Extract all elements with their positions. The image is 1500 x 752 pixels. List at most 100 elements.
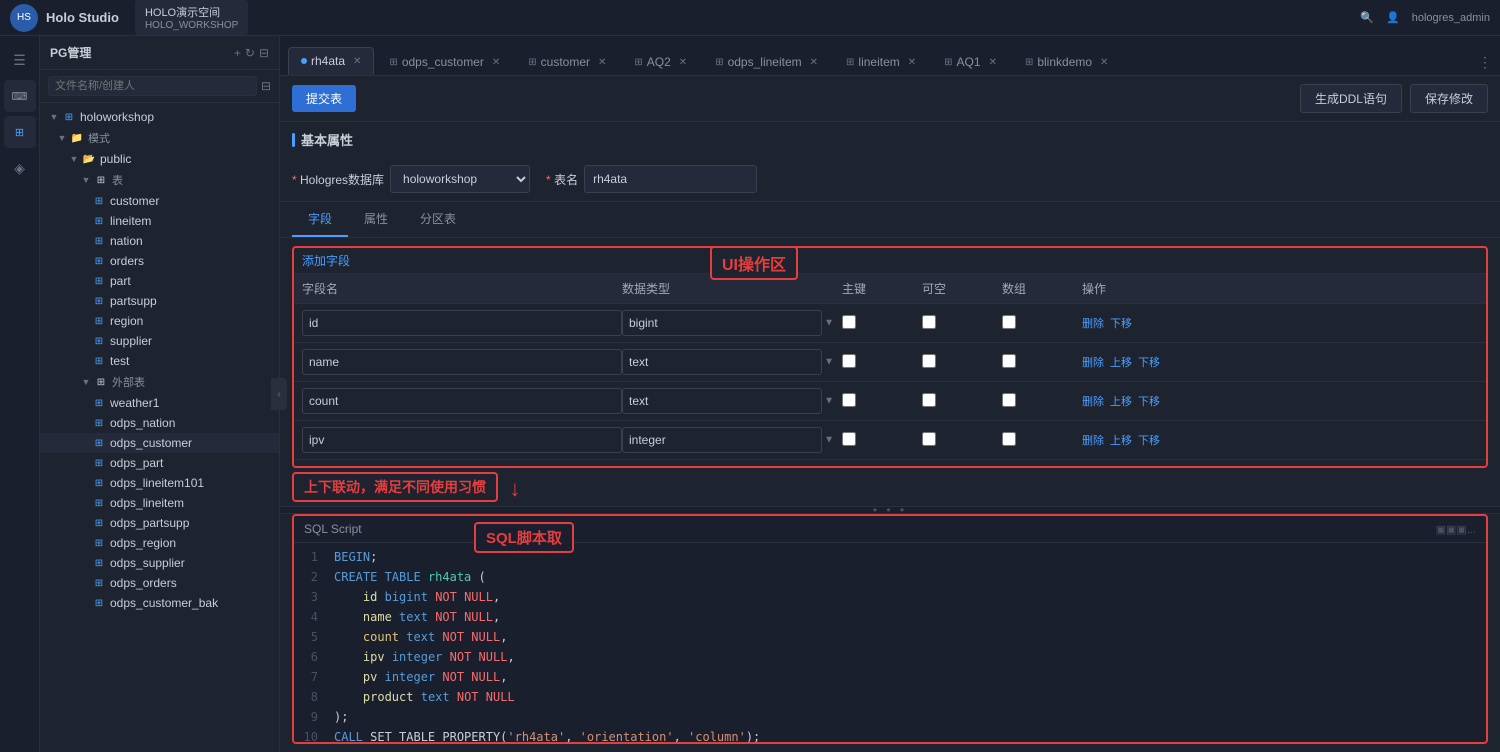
action-down-name[interactable]: 下移 (1138, 354, 1160, 370)
table-name-input[interactable] (584, 165, 757, 193)
tree-item-odps_lineitem[interactable]: ⊞ odps_lineitem (40, 493, 279, 513)
tree-item-odps_part[interactable]: ⊞ odps_part (40, 453, 279, 473)
tree-item-region[interactable]: ⊞ region (40, 311, 279, 331)
action-delete-ipv[interactable]: 删除 (1082, 432, 1104, 448)
action-up-ipv[interactable]: 上移 (1110, 432, 1132, 448)
db-select[interactable]: holoworkshop (390, 165, 530, 193)
field-nullable-ipv[interactable] (922, 432, 936, 446)
tab-close-AQ1[interactable]: ✕ (989, 57, 997, 68)
action-up-count[interactable]: 上移 (1110, 393, 1132, 409)
tab-close-odps_lineitem[interactable]: ✕ (810, 57, 818, 68)
tree-item-lineitem[interactable]: ⊞ lineitem (40, 211, 279, 231)
tree-item-odps_customer[interactable]: ⊞ odps_customer (40, 433, 279, 453)
add-field-link[interactable]: 添加字段 (302, 254, 350, 268)
tabs-more-icon[interactable]: ⋮ (1478, 54, 1492, 75)
gen-ddl-button[interactable]: 生成DDL语句 (1300, 84, 1402, 113)
tab-fields[interactable]: 字段 (292, 202, 348, 237)
tree-item-odps_region[interactable]: ⊞ odps_region (40, 533, 279, 553)
tree-item-orders[interactable]: ⊞ orders (40, 251, 279, 271)
field-array-name[interactable] (1002, 354, 1016, 368)
field-nullable-name[interactable] (922, 354, 936, 368)
tree-item-test[interactable]: ⊞ test (40, 351, 279, 371)
tree-item-partsupp[interactable]: ⊞ partsupp (40, 291, 279, 311)
field-nullable-count[interactable] (922, 393, 936, 407)
tree-item-schema[interactable]: ▼ 📁 模式 (40, 127, 279, 149)
action-down-id[interactable]: 下移 (1110, 315, 1132, 331)
tree-item-supplier[interactable]: ⊞ supplier (40, 331, 279, 351)
field-nullable-id[interactable] (922, 315, 936, 329)
action-delete-count[interactable]: 删除 (1082, 393, 1104, 409)
save-button[interactable]: 保存修改 (1410, 84, 1488, 113)
filter-icon[interactable]: ⊟ (261, 79, 271, 93)
sidebar-filter-icon[interactable]: ⊟ (259, 46, 269, 60)
action-down-count[interactable]: 下移 (1138, 393, 1160, 409)
field-name-input-name[interactable] (302, 349, 622, 375)
pg-manage-nav[interactable]: ⊞ (4, 116, 36, 148)
action-delete-name[interactable]: 删除 (1082, 354, 1104, 370)
ext-table-icon-odps_region: ⊞ (92, 536, 106, 550)
tree-item-odps_partsupp[interactable]: ⊞ odps_partsupp (40, 513, 279, 533)
tree-label-external-category: 外部表 (112, 374, 145, 390)
sidebar-refresh-icon[interactable]: ↻ (245, 46, 255, 60)
external-category-icon: ⊞ (94, 375, 108, 389)
field-name-input-ipv[interactable] (302, 427, 622, 453)
field-type-select-id[interactable]: biginttextinteger (622, 310, 822, 336)
submit-table-button[interactable]: 提交表 (292, 85, 356, 112)
tree-item-odps_customer_bak[interactable]: ⊞ odps_customer_bak (40, 593, 279, 613)
split-handle[interactable]: • • • (280, 506, 1500, 514)
field-type-select-count[interactable]: biginttextinteger (622, 388, 822, 414)
tab-close-rh4ata[interactable]: ✕ (353, 56, 361, 67)
tab-close-blinkdemo[interactable]: ✕ (1100, 57, 1108, 68)
tree-item-holoworkshop[interactable]: ▼ ⊞ holoworkshop (40, 107, 279, 127)
tab-close-odps_customer[interactable]: ✕ (492, 57, 500, 68)
tree-item-part[interactable]: ⊞ part (40, 271, 279, 291)
tree-item-customer[interactable]: ⊞ customer (40, 191, 279, 211)
field-name-input-id[interactable] (302, 310, 622, 336)
tree-item-odps_orders[interactable]: ⊞ odps_orders (40, 573, 279, 593)
search-input[interactable] (48, 76, 257, 96)
tree-item-nation[interactable]: ⊞ nation (40, 231, 279, 251)
field-primary-id[interactable] (842, 315, 856, 329)
tree-item-odps_supplier[interactable]: ⊞ odps_supplier (40, 553, 279, 573)
tab-attrs[interactable]: 属性 (348, 202, 404, 237)
action-delete-id[interactable]: 删除 (1082, 315, 1104, 331)
sql-console-nav[interactable]: ⌨ (4, 80, 36, 112)
tab-AQ1[interactable]: ⊞ AQ1 ✕ (931, 48, 1010, 75)
tree-item-table-category[interactable]: ▼ ⊞ 表 (40, 169, 279, 191)
field-array-count[interactable] (1002, 393, 1016, 407)
tree-item-public[interactable]: ▼ 📂 public (40, 149, 279, 169)
workspace-selector[interactable]: HOLO演示空间 HOLO_WORKSHOP (135, 0, 248, 35)
field-array-id[interactable] (1002, 315, 1016, 329)
action-up-name[interactable]: 上移 (1110, 354, 1132, 370)
field-array-ipv[interactable] (1002, 432, 1016, 446)
tree-item-weather1[interactable]: ⊞ weather1 (40, 393, 279, 413)
tab-close-AQ2[interactable]: ✕ (679, 57, 687, 68)
data-dev-nav[interactable]: ◈ (4, 152, 36, 184)
field-name-input-count[interactable] (302, 388, 622, 414)
sql-body[interactable]: 12345 678910 1112 BEGIN; CREATE TABLE rh… (294, 543, 1486, 742)
search-icon[interactable]: 🔍 (1360, 11, 1374, 24)
tab-rh4ata[interactable]: rh4ata ✕ (288, 47, 374, 75)
tree-item-external-category[interactable]: ▼ ⊞ 外部表 (40, 371, 279, 393)
field-primary-ipv[interactable] (842, 432, 856, 446)
menu-icon[interactable]: ☰ (4, 44, 36, 76)
table-icon-part: ⊞ (92, 274, 106, 288)
field-primary-name[interactable] (842, 354, 856, 368)
tab-customer[interactable]: ⊞ customer ✕ (515, 48, 619, 75)
field-primary-count[interactable] (842, 393, 856, 407)
tab-odps_lineitem[interactable]: ⊞ odps_lineitem ✕ (702, 48, 831, 75)
sidebar-add-icon[interactable]: + (234, 46, 241, 60)
tab-close-lineitem[interactable]: ✕ (908, 57, 916, 68)
tab-lineitem[interactable]: ⊞ lineitem ✕ (833, 48, 929, 75)
tab-blinkdemo[interactable]: ⊞ blinkdemo ✕ (1012, 48, 1121, 75)
tab-close-customer[interactable]: ✕ (598, 57, 606, 68)
tree-item-odps_nation[interactable]: ⊞ odps_nation (40, 413, 279, 433)
tree-item-odps_lineitem101[interactable]: ⊞ odps_lineitem101 (40, 473, 279, 493)
sql-code[interactable]: BEGIN; CREATE TABLE rh4ata ( id bigint N… (326, 547, 1486, 738)
action-down-ipv[interactable]: 下移 (1138, 432, 1160, 448)
tab-AQ2[interactable]: ⊞ AQ2 ✕ (621, 48, 700, 75)
tab-odps_customer[interactable]: ⊞ odps_customer ✕ (376, 48, 513, 75)
field-type-select-ipv[interactable]: biginttextinteger (622, 427, 822, 453)
tab-partition[interactable]: 分区表 (404, 202, 472, 237)
field-type-select-name[interactable]: biginttextinteger (622, 349, 822, 375)
